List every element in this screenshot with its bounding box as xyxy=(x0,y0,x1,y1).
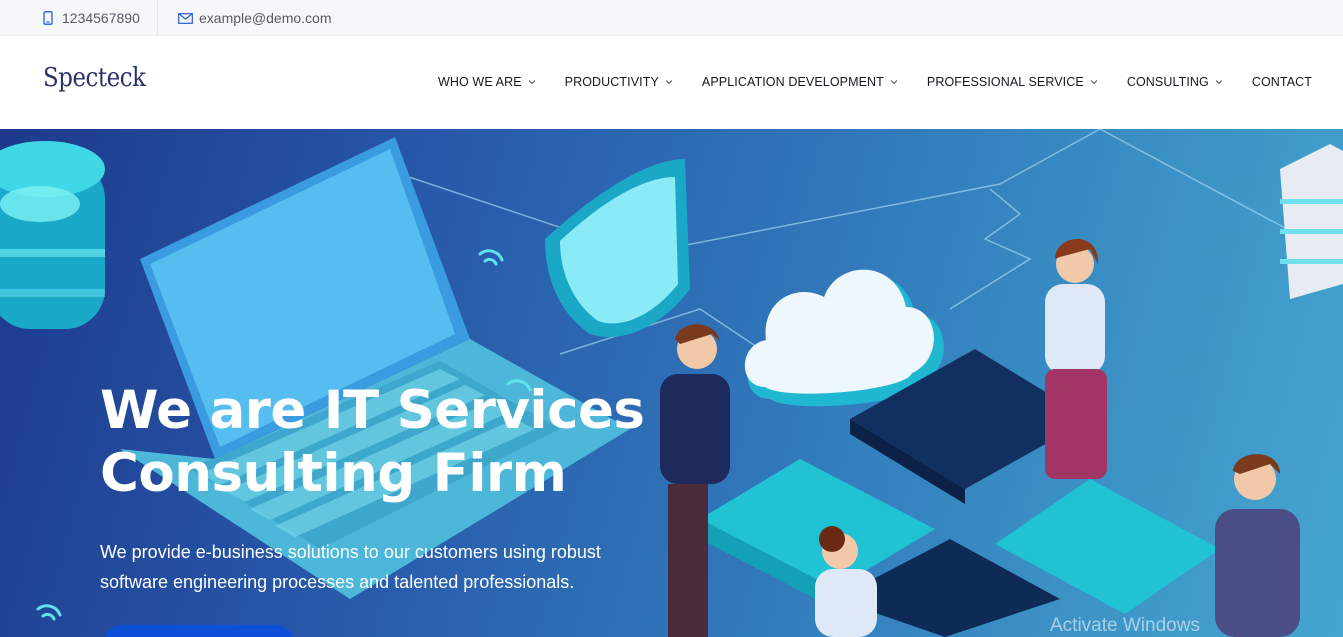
nav-label: CONTACT xyxy=(1251,75,1313,89)
chevron-down-icon xyxy=(665,78,673,86)
laptop-illustration xyxy=(120,137,630,599)
nav-label: WHO WE ARE xyxy=(438,75,522,89)
hero-title-line2: Consulting Firm xyxy=(100,443,567,504)
hero-banner: We are IT Services Consulting Firm We pr… xyxy=(0,129,1343,637)
nav-label: PRODUCTIVITY xyxy=(564,75,659,89)
nav-contact[interactable]: CONTACT xyxy=(1252,75,1312,89)
top-contact-bar: 1234567890 example@demo.com xyxy=(0,0,1343,36)
nav-label: APPLICATION DEVELOPMENT xyxy=(701,75,884,89)
windows-activation-watermark: Activate Windows xyxy=(1050,615,1200,636)
chevron-down-icon xyxy=(1215,78,1223,86)
phone-number: 1234567890 xyxy=(62,10,140,26)
hero-title: We are IT Services Consulting Firm xyxy=(100,379,660,505)
nav-label: PROFESSIONAL SERVICE xyxy=(926,75,1084,89)
chevron-down-icon xyxy=(528,78,536,86)
hero-subtitle-line1: We provide e-business solutions to our c… xyxy=(100,542,601,562)
nav-consulting[interactable]: CONSULTING xyxy=(1127,75,1223,89)
hero-subtitle: We provide e-business solutions to our c… xyxy=(100,537,620,597)
phone-contact[interactable]: 1234567890 xyxy=(40,0,140,36)
server-rack-illustration xyxy=(1280,144,1343,299)
envelope-icon xyxy=(177,10,193,26)
nav-professional-service[interactable]: PROFESSIONAL SERVICE xyxy=(927,75,1098,89)
site-logo[interactable]: Specteck xyxy=(43,63,146,93)
main-nav: WHO WE ARE PRODUCTIVITY APPLICATION DEVE… xyxy=(438,72,1312,92)
chevron-down-icon xyxy=(890,78,898,86)
email-contact[interactable]: example@demo.com xyxy=(177,0,332,36)
topbar-divider xyxy=(157,0,158,36)
chevron-down-icon xyxy=(1090,78,1098,86)
email-address: example@demo.com xyxy=(199,10,332,26)
nav-label: CONSULTING xyxy=(1126,75,1209,89)
site-header: Specteck WHO WE ARE PRODUCTIVITY APPLICA… xyxy=(0,36,1343,129)
nav-who-we-are[interactable]: WHO WE ARE xyxy=(438,75,536,89)
hero-subtitle-line2: software engineering processes and talen… xyxy=(100,572,575,592)
shield-illustration xyxy=(545,159,690,337)
hero-title-line1: We are IT Services xyxy=(100,380,645,441)
hero-cta-button[interactable] xyxy=(103,625,295,637)
nav-application-development[interactable]: APPLICATION DEVELOPMENT xyxy=(702,75,898,89)
server-cylinder-illustration xyxy=(0,141,105,329)
nav-productivity[interactable]: PRODUCTIVITY xyxy=(565,75,673,89)
phone-icon xyxy=(40,10,56,26)
